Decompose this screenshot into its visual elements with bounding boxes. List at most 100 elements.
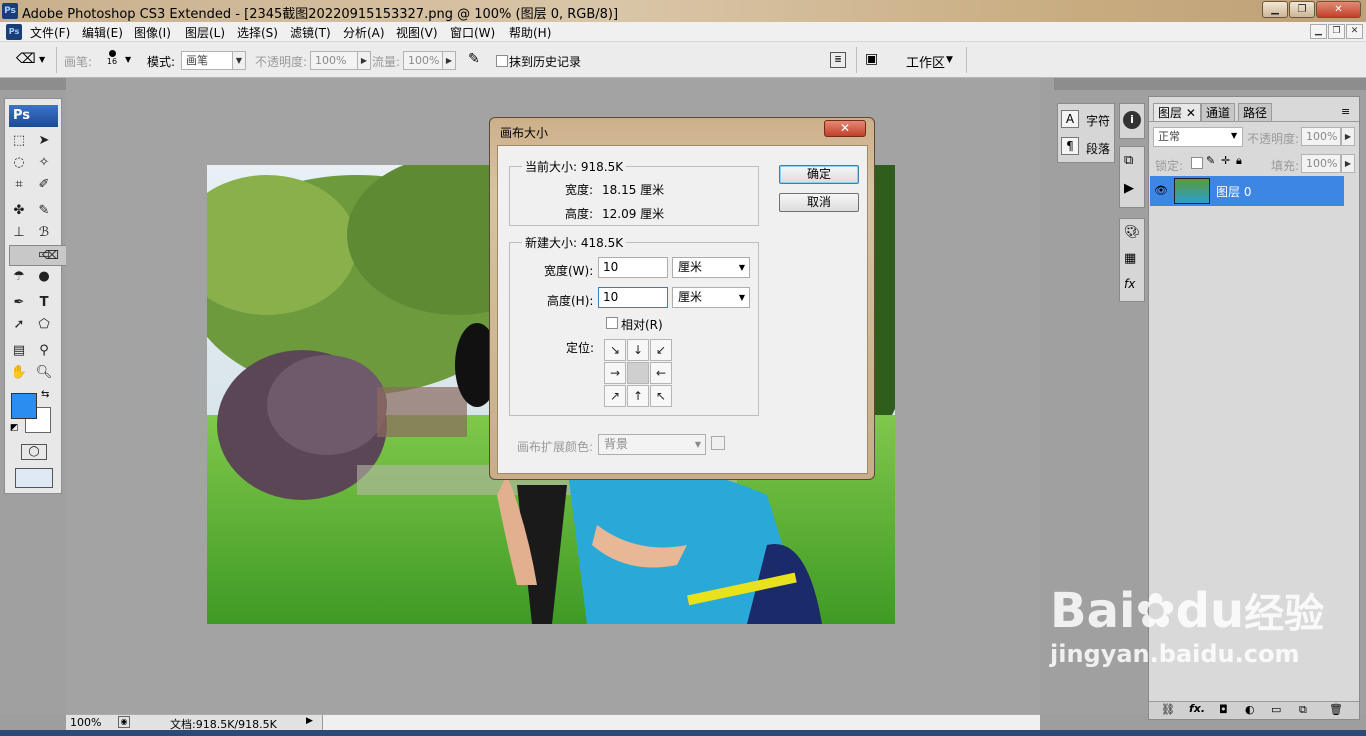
pen-tool-icon[interactable]: ✒ (9, 293, 29, 313)
menu-layer[interactable]: 图层(L) (185, 24, 225, 41)
new-height-input[interactable]: 10 (598, 287, 668, 308)
path-selection-tool-icon[interactable]: ➚ (9, 315, 29, 335)
crop-tool-icon[interactable]: ⌗ (9, 175, 29, 195)
actions-icon[interactable]: ▶ (1124, 181, 1134, 196)
anchor-right[interactable]: ← (650, 362, 672, 384)
brush-preview[interactable]: 16 (104, 48, 120, 72)
shape-tool-icon[interactable]: ⬠ (34, 315, 54, 335)
layer-mask-icon[interactable]: ◘ (1219, 703, 1228, 716)
layer-opacity-slider-icon[interactable]: ▶ (1341, 127, 1355, 146)
anchor-top-right[interactable]: ↙ (650, 339, 672, 361)
menu-image[interactable]: 图像(I) (134, 24, 171, 41)
adjustment-layer-icon[interactable]: ◐ (1245, 703, 1255, 716)
color-icon[interactable]: 🎨︎ (1124, 225, 1141, 240)
extension-color-swatch[interactable] (711, 436, 725, 450)
horizontal-scrollbar[interactable] (322, 715, 1040, 730)
workspace-menu[interactable]: 工作区 (906, 52, 945, 71)
marquee-tool-icon[interactable]: ⬚ (9, 131, 29, 151)
visibility-eye-icon[interactable]: 👁︎ (1154, 184, 1168, 197)
blend-mode-dropdown-icon[interactable]: ▼ (1231, 131, 1237, 140)
doc-minimize-button[interactable]: ▁ (1310, 24, 1327, 39)
history-brush-tool-icon[interactable]: ℬ (34, 223, 54, 243)
menu-view[interactable]: 视图(V) (396, 24, 438, 41)
menu-window[interactable]: 窗口(W) (450, 24, 495, 41)
swap-colors-icon[interactable]: ⇆ (41, 389, 49, 400)
menu-edit[interactable]: 编辑(E) (82, 24, 123, 41)
dialog-close-button[interactable]: ✕ (824, 120, 866, 137)
panel-menu-icon[interactable]: ≡ (1341, 105, 1350, 118)
layer-name[interactable]: 图层 0 (1216, 183, 1251, 200)
blur-tool-icon[interactable]: ☂ (9, 267, 29, 287)
healing-brush-tool-icon[interactable]: ✤ (9, 201, 29, 221)
anchor-top[interactable]: ↓ (627, 339, 649, 361)
cancel-button[interactable]: 取消 (779, 193, 859, 212)
brush-dropdown-icon[interactable]: ▼ (125, 55, 131, 64)
character-panel-label[interactable]: 字符 (1086, 112, 1110, 129)
new-width-input[interactable]: 10 (598, 257, 668, 278)
airbrush-icon[interactable]: ✎ (468, 51, 480, 67)
zoom-level[interactable]: 100% (70, 716, 101, 729)
fill-slider-icon[interactable]: ▶ (1341, 154, 1355, 173)
eyedropper-tool-icon[interactable]: ⚲ (34, 341, 54, 361)
screen-mode-icon[interactable] (15, 468, 53, 488)
default-colors-icon[interactable]: ◩ (10, 423, 19, 433)
tab-layers[interactable]: 图层 ✕ (1153, 103, 1201, 121)
anchor-left[interactable]: → (604, 362, 626, 384)
info-icon[interactable]: i (1123, 111, 1141, 129)
document-icon[interactable]: Ps (6, 24, 22, 40)
foreground-color-swatch[interactable] (11, 393, 37, 419)
zoom-tool-icon[interactable]: 🔍︎ (34, 363, 54, 383)
status-menu-arrow-icon[interactable]: ▶ (306, 716, 313, 726)
menu-analysis[interactable]: 分析(A) (343, 24, 385, 41)
notes-tool-icon[interactable]: ▤ (9, 341, 29, 361)
layer-opacity-input[interactable]: 100% (1301, 127, 1341, 146)
anchor-center[interactable] (627, 362, 649, 384)
move-tool-icon[interactable]: ➤ (34, 131, 54, 151)
new-layer-icon[interactable]: ⧉ (1299, 703, 1307, 717)
dodge-tool-icon[interactable]: ● (34, 267, 54, 287)
swatches-icon[interactable]: ▦ (1124, 251, 1136, 266)
menu-file[interactable]: 文件(F) (30, 24, 70, 41)
fill-input[interactable]: 100% (1301, 154, 1341, 173)
palette-well-icon[interactable]: ≣ (830, 52, 846, 68)
width-unit-select[interactable]: 厘米 ▼ (672, 257, 750, 278)
relative-checkbox[interactable] (606, 317, 618, 329)
status-preview-icon[interactable]: ◉ (118, 716, 130, 728)
close-window-button[interactable]: ✕ (1316, 1, 1361, 18)
paragraph-panel-label[interactable]: 段落 (1086, 140, 1110, 157)
eraser-tool-preset-icon[interactable]: ⌫ (16, 51, 36, 69)
hand-tool-icon[interactable]: ✋ (9, 363, 29, 383)
lock-all-icon[interactable]: 🔒︎ (1236, 154, 1242, 168)
layer-style-icon[interactable]: fx. (1189, 702, 1205, 715)
delete-layer-icon[interactable]: 🗑︎ (1329, 703, 1343, 716)
workspace-dropdown-icon[interactable]: ▼ (946, 55, 953, 65)
brush-tool-icon[interactable]: ✎ (34, 201, 54, 221)
lock-position-icon[interactable]: ✛ (1221, 154, 1230, 167)
link-layers-icon[interactable]: ⛓ (1161, 703, 1175, 716)
doc-close-button[interactable]: ✕ (1346, 24, 1363, 39)
paragraph-panel-icon[interactable]: ¶ (1061, 137, 1079, 155)
lock-image-icon[interactable]: ✎ (1206, 154, 1215, 167)
opacity-input[interactable]: 100% (310, 51, 358, 70)
ok-button[interactable]: 确定 (779, 165, 859, 184)
lasso-tool-icon[interactable]: ◌ (9, 153, 29, 173)
mode-select[interactable]: 画笔 (181, 51, 233, 70)
opacity-slider-icon[interactable]: ▶ (357, 51, 371, 70)
history-icon[interactable]: ⧉ (1124, 153, 1133, 168)
gradient-tool-icon[interactable]: ▭ (34, 245, 54, 265)
maximize-button[interactable]: ❐ (1289, 1, 1315, 18)
slice-tool-icon[interactable]: ✐ (34, 175, 54, 195)
layer-row[interactable]: 👁︎ 图层 0 (1150, 176, 1344, 206)
styles-icon[interactable]: fx (1124, 277, 1135, 291)
lock-transparent-icon[interactable] (1191, 157, 1203, 169)
tab-channels[interactable]: 通道 (1201, 103, 1236, 121)
flow-input[interactable]: 100% (403, 51, 443, 70)
preset-dropdown-icon[interactable]: ▼ (39, 55, 45, 64)
new-group-icon[interactable]: ▭ (1271, 703, 1281, 716)
clone-stamp-tool-icon[interactable]: ⊥ (9, 223, 29, 243)
tab-paths[interactable]: 路径 (1238, 103, 1273, 121)
blend-mode-select[interactable]: 正常 (1153, 127, 1243, 147)
mode-dropdown-icon[interactable]: ▼ (232, 51, 246, 70)
menu-filter[interactable]: 滤镜(T) (290, 24, 331, 41)
anchor-top-left[interactable]: ↘ (604, 339, 626, 361)
